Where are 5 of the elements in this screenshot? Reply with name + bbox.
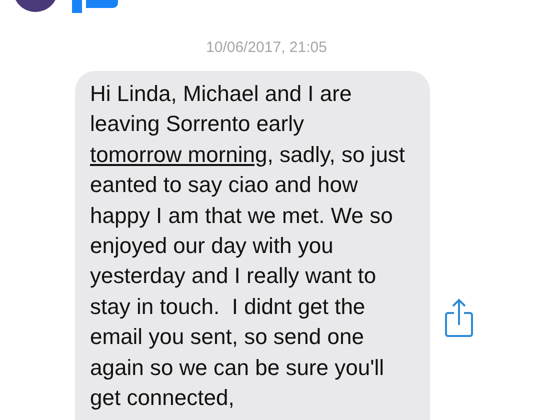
camera-icon[interactable]	[72, 0, 118, 13]
timestamp: 10/06/2017, 21:05	[206, 39, 327, 56]
message-text: Hi Linda, Michael and I are leaving Sorrento early tomorrow morning, sadly, so just eanted to say ciao and how happy I am that we met. We so enjoyed our day with you yesterday and I really want to stay in touch. I didnt get the email you sent, so send one again so we can be sure you'll get connected,	[90, 80, 406, 412]
date-link[interactable]: tomorrow morning	[90, 142, 268, 167]
share-icon[interactable]	[444, 298, 474, 338]
